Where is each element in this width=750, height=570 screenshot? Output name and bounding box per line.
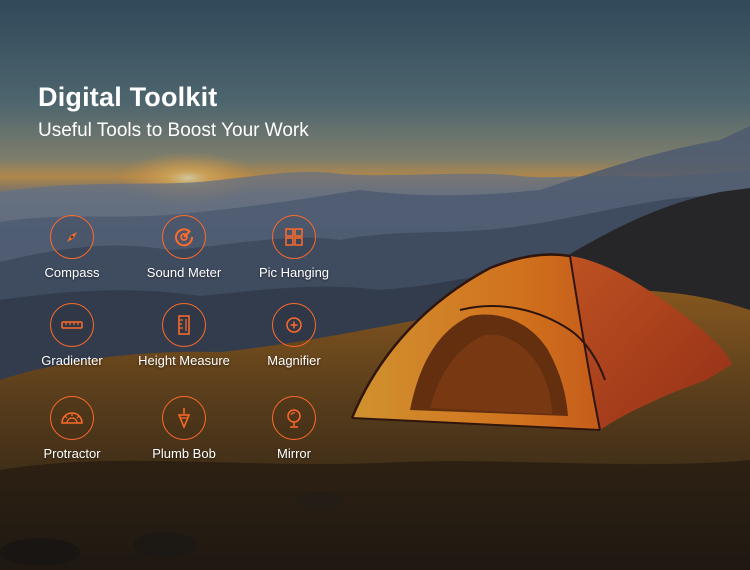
tool-height-measure[interactable]: Height Measure: [124, 303, 244, 373]
plumb-bob-icon: [162, 396, 206, 440]
pic-hanging-icon: [272, 215, 316, 259]
protractor-icon: [50, 396, 94, 440]
page-subtitle: Useful Tools to Boost Your Work: [38, 120, 309, 141]
mirror-icon: [272, 396, 316, 440]
tool-label: Magnifier: [267, 353, 321, 368]
tool-label: Height Measure: [138, 353, 230, 368]
tool-label: Protractor: [43, 446, 101, 461]
tool-gradienter[interactable]: Gradienter: [12, 303, 132, 373]
height-measure-icon: [162, 303, 206, 347]
tool-label: Pic Hanging: [258, 265, 330, 280]
tool-compass[interactable]: Compass: [12, 215, 132, 285]
gradienter-icon: [50, 303, 94, 347]
hero-background: Digital Toolkit Useful Tools to Boost Yo…: [0, 0, 750, 570]
tool-label: Gradienter: [41, 353, 103, 368]
tool-label: Compass: [44, 265, 100, 280]
tool-plumb-bob[interactable]: Plumb Bob: [124, 396, 244, 466]
tool-pic-hanging[interactable]: Pic Hanging: [234, 215, 354, 285]
page-title: Digital Toolkit: [38, 82, 218, 112]
sound-meter-icon: [162, 215, 206, 259]
tool-label: Mirror: [277, 446, 311, 461]
tool-protractor[interactable]: Protractor: [12, 396, 132, 466]
tool-label: Plumb Bob: [152, 446, 216, 461]
tool-magnifier[interactable]: Magnifier: [234, 303, 354, 373]
compass-icon: [50, 215, 94, 259]
tool-label: Sound Meter: [146, 265, 222, 280]
magnifier-icon: [272, 303, 316, 347]
tool-sound-meter[interactable]: Sound Meter: [124, 215, 244, 285]
tool-mirror[interactable]: Mirror: [234, 396, 354, 466]
